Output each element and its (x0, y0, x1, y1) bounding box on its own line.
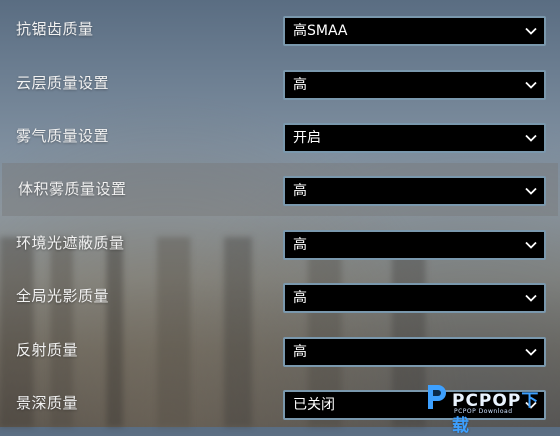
setting-row-reflection-quality: 反射质量 高 (0, 324, 560, 377)
fog-quality-dropdown[interactable]: 开启 (283, 123, 546, 153)
setting-row-global-illumination: 全局光影质量 高 (0, 270, 560, 323)
dropdown-value: 开启 (293, 130, 321, 146)
dropdown-value: 高 (293, 344, 307, 360)
graphics-settings-list: 抗锯齿质量 高SMAA 云层质量设置 高 雾气质量设置 开启 体积雾质量设置 高… (0, 0, 560, 427)
setting-row-ambient-occlusion: 环境光遮蔽质量 高 (0, 217, 560, 270)
setting-row-cloud-quality: 云层质量设置 高 (0, 57, 560, 110)
chevron-down-icon (525, 81, 537, 89)
global-illumination-dropdown[interactable]: 高 (283, 283, 546, 313)
chevron-down-icon (525, 27, 537, 35)
chevron-down-icon (525, 348, 537, 356)
dropdown-value: 高SMAA (293, 23, 348, 39)
chevron-down-icon (525, 187, 537, 195)
setting-label: 环境光遮蔽质量 (16, 234, 125, 252)
setting-label: 全局光影质量 (16, 287, 110, 305)
dropdown-value: 已关闭 (293, 397, 335, 413)
setting-label: 抗锯齿质量 (16, 20, 94, 38)
setting-row-fog-quality: 雾气质量设置 开启 (0, 110, 560, 163)
depth-of-field-dropdown[interactable]: 已关闭 (283, 390, 546, 420)
setting-row-anti-aliasing: 抗锯齿质量 高SMAA (0, 3, 560, 56)
dropdown-value: 高 (293, 290, 307, 306)
setting-label: 雾气质量设置 (16, 127, 110, 145)
dropdown-value: 高 (293, 237, 307, 253)
anti-aliasing-dropdown[interactable]: 高SMAA (283, 16, 546, 46)
volumetric-fog-dropdown[interactable]: 高 (283, 176, 546, 206)
ambient-occlusion-dropdown[interactable]: 高 (283, 230, 546, 260)
setting-label: 云层质量设置 (16, 74, 110, 92)
setting-row-volumetric-fog: 体积雾质量设置 高 (2, 163, 558, 216)
setting-row-depth-of-field: 景深质量 已关闭 (0, 377, 560, 430)
dropdown-value: 高 (293, 77, 307, 93)
dropdown-value: 高 (293, 183, 307, 199)
chevron-down-icon (525, 294, 537, 302)
setting-label: 体积雾质量设置 (18, 180, 127, 198)
chevron-down-icon (525, 401, 537, 409)
setting-label: 景深质量 (16, 394, 79, 412)
reflection-quality-dropdown[interactable]: 高 (283, 337, 546, 367)
cloud-quality-dropdown[interactable]: 高 (283, 70, 546, 100)
chevron-down-icon (525, 134, 537, 142)
chevron-down-icon (525, 241, 537, 249)
setting-label: 反射质量 (16, 341, 79, 359)
